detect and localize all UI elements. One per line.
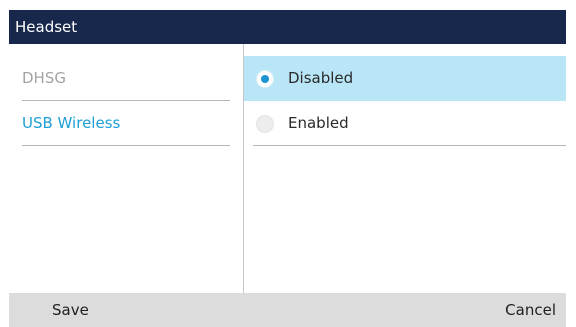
list-item-dhsg[interactable]: DHSG [22,56,230,101]
softkey-bar: Save Cancel [9,293,566,327]
headset-type-list: DHSG USB Wireless [9,44,243,293]
list-item-usb-wireless[interactable]: USB Wireless [22,101,230,146]
headset-settings-screen: Headset DHSG USB Wireless Disabled Enabl… [0,0,576,327]
radio-unselected-icon[interactable] [256,115,274,133]
page-title: Headset [9,10,566,44]
option-list: Disabled Enabled [244,44,566,293]
option-separator [253,145,566,146]
save-button[interactable]: Save [52,293,89,327]
option-disabled[interactable]: Disabled [244,56,566,101]
option-label-disabled: Disabled [288,69,354,87]
option-label-enabled: Enabled [288,114,349,132]
option-enabled[interactable]: Enabled [244,101,566,146]
cancel-button[interactable]: Cancel [505,293,556,327]
radio-selected-icon[interactable] [256,70,274,88]
